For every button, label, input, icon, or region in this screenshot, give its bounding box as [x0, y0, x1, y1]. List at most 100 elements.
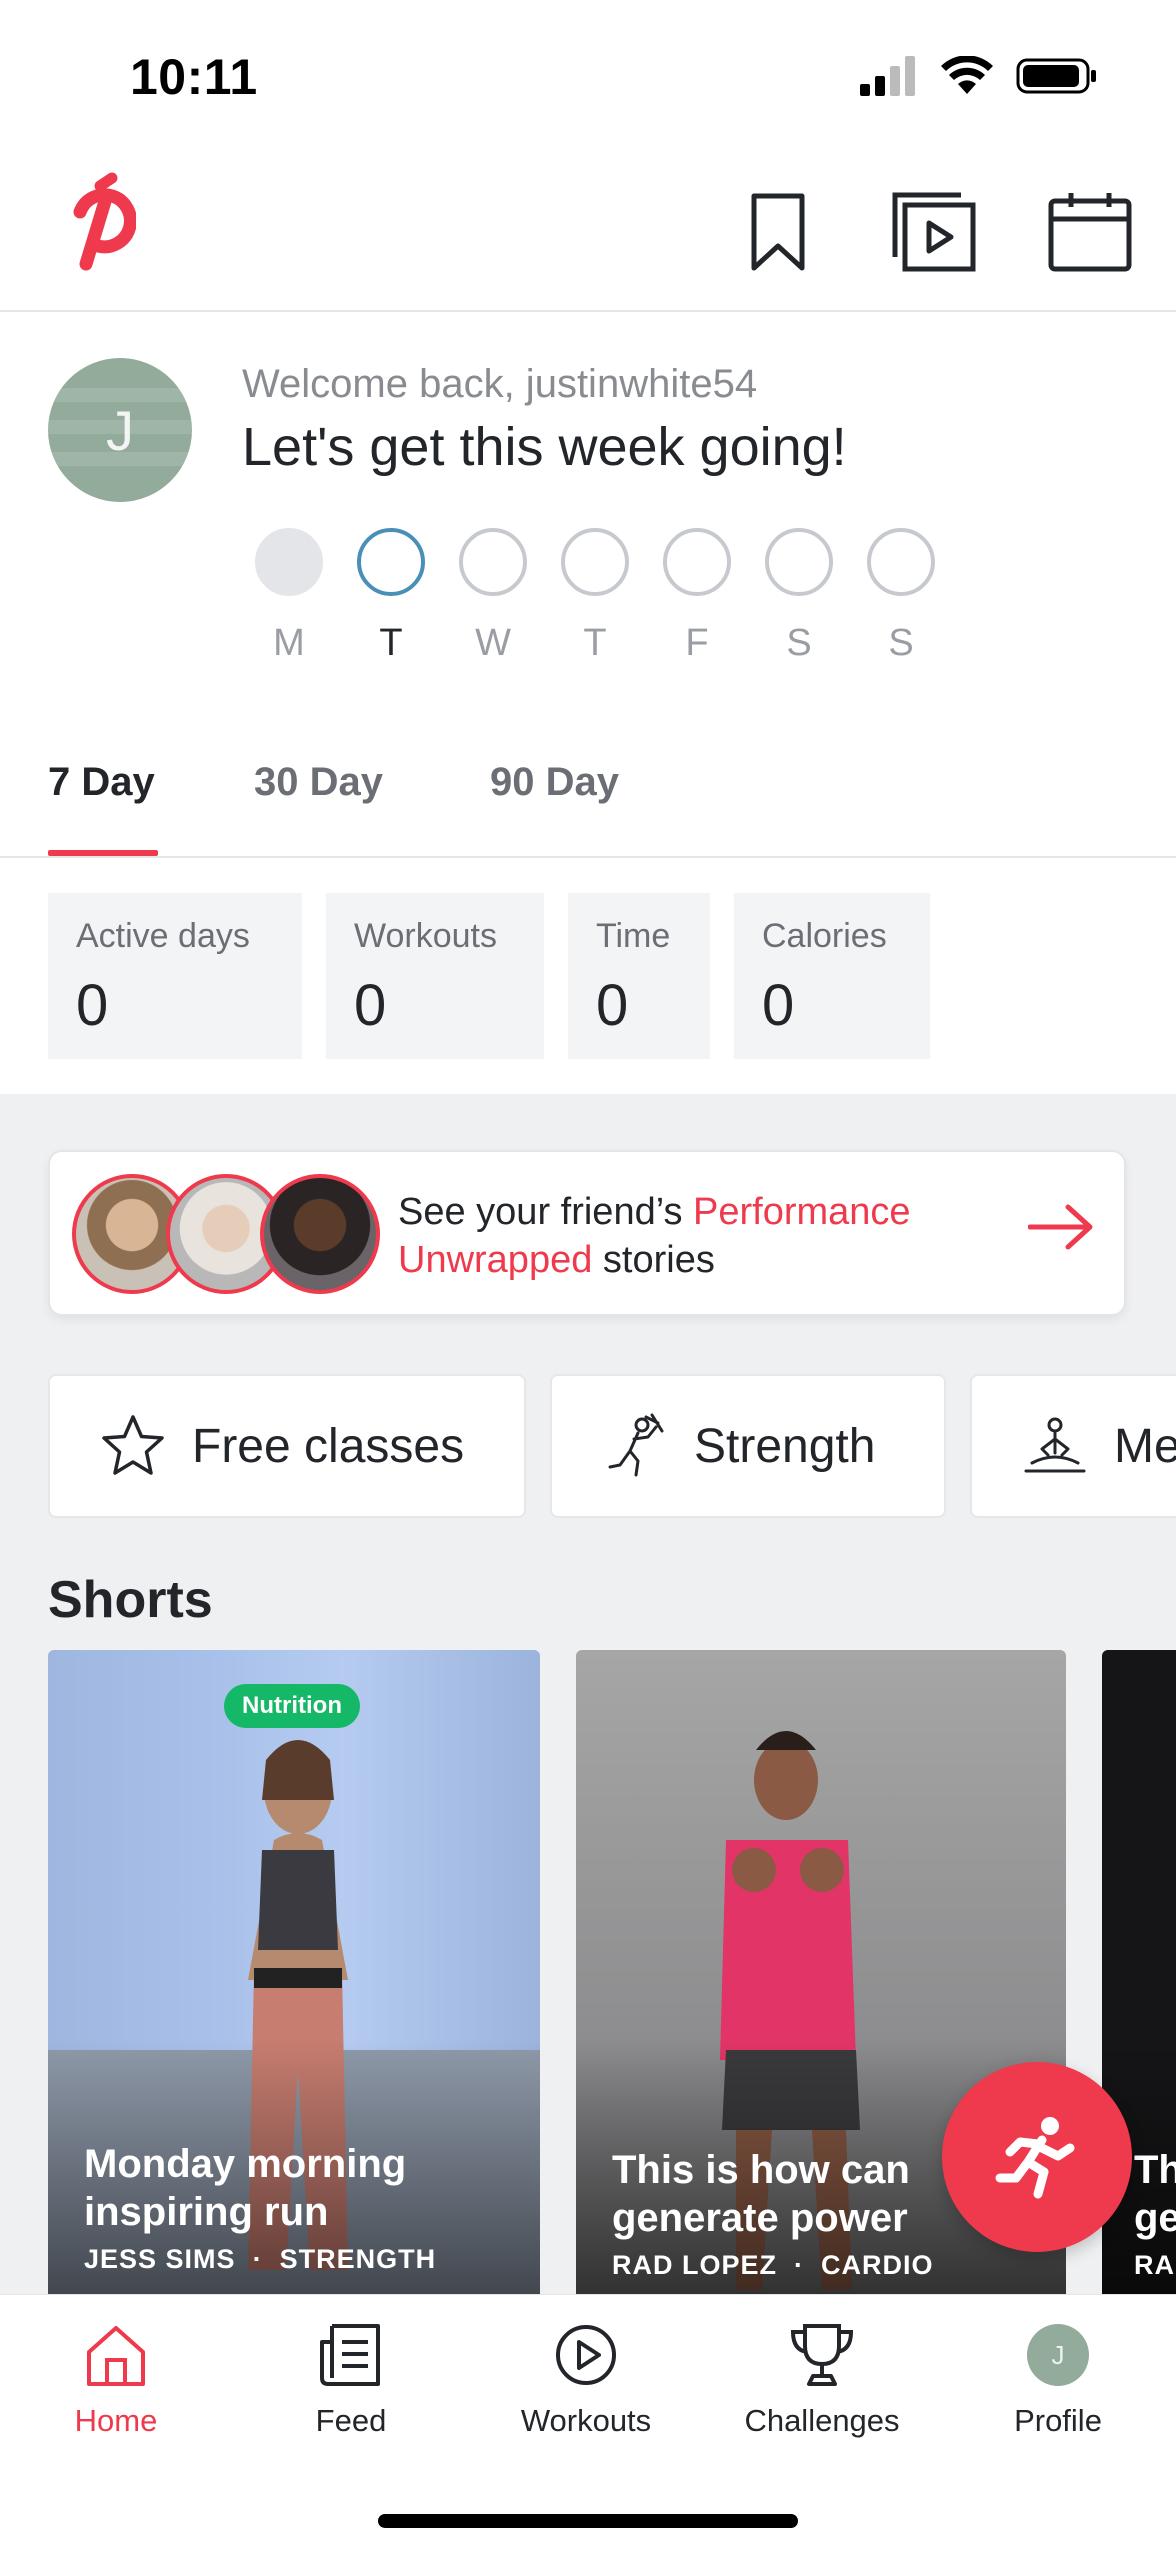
tab-30-day[interactable]: 30 Day	[254, 760, 383, 805]
nav-profile[interactable]: J Profile	[958, 2319, 1158, 2439]
day-label: F	[685, 622, 709, 664]
stat-value: 0	[354, 973, 387, 1038]
status-bar: 10:11	[0, 0, 1176, 150]
nav-label: Workouts	[520, 2403, 652, 2438]
day-label: S	[888, 622, 914, 664]
day-label: M	[273, 622, 305, 664]
stat-label: Active days	[76, 917, 250, 955]
nav-label: Challenges	[744, 2403, 900, 2438]
nutrition-badge: Nutrition	[224, 1684, 360, 1728]
arrow-right-icon	[1027, 1202, 1094, 1257]
wifi-icon	[941, 56, 993, 94]
promo-text-after: stories	[592, 1239, 715, 1281]
star-icon	[100, 1413, 166, 1479]
day-wednesday: W	[442, 528, 544, 665]
profile-avatar-initial: J	[1027, 2324, 1089, 2386]
signal-icon	[860, 56, 915, 96]
short-instructor: RAD LOPEZ	[612, 2250, 778, 2280]
stat-value: 0	[596, 973, 629, 1038]
calendar-icon	[1048, 193, 1132, 272]
short-category: STRENGTH	[279, 2244, 437, 2274]
day-tuesday: T	[340, 528, 442, 665]
active-tab-underline	[48, 850, 158, 856]
nav-challenges[interactable]: Challenges	[722, 2319, 922, 2439]
video-library-icon	[892, 192, 976, 272]
day-indicator	[459, 528, 527, 596]
short-meta: RAD LOPEZ · CARDIO	[612, 2250, 934, 2280]
day-indicator	[663, 528, 731, 596]
status-time: 10:11	[130, 49, 258, 105]
tab-7-day[interactable]: 7 Day	[48, 760, 155, 805]
chip-label: Me	[1114, 1419, 1176, 1473]
week-tracker: M T W T F S S	[238, 528, 952, 665]
bookmark-icon	[751, 193, 805, 271]
stat-value: 0	[76, 973, 109, 1038]
category-strength[interactable]: Strength	[550, 1374, 946, 1518]
peloton-logo[interactable]	[56, 172, 137, 287]
day-indicator	[867, 528, 935, 596]
day-thursday: T	[544, 528, 646, 665]
chip-label: Strength	[694, 1419, 876, 1473]
day-label: T	[379, 622, 403, 664]
app-header	[0, 150, 1176, 312]
home-icon	[80, 2319, 152, 2391]
day-indicator	[357, 528, 425, 596]
day-label: T	[583, 622, 607, 664]
battery-icon	[1016, 58, 1096, 94]
stat-label: Calories	[762, 917, 887, 955]
shorts-heading: Shorts	[48, 1571, 213, 1629]
friend-avatars	[72, 1174, 382, 1294]
nav-feed[interactable]: Feed	[251, 2319, 451, 2439]
trophy-icon	[786, 2319, 858, 2391]
calendar-button[interactable]	[1040, 182, 1140, 282]
stat-active-days: Active days 0	[48, 893, 302, 1059]
status-icons	[860, 56, 1098, 96]
promo-text-before: See your friend’s	[398, 1191, 694, 1233]
start-workout-fab[interactable]	[942, 2062, 1132, 2252]
short-title: Th ge	[1134, 2148, 1176, 2240]
day-friday: F	[646, 528, 748, 665]
short-instructor: RAD	[1134, 2250, 1176, 2280]
tab-90-day[interactable]: 90 Day	[490, 760, 619, 805]
short-card-1[interactable]: Nutrition Monday morning inspiring run J…	[48, 1650, 540, 2300]
category-free-classes[interactable]: Free classes	[48, 1374, 526, 1518]
short-meta: JESS SIMS · STRENGTH	[84, 2244, 437, 2274]
welcome-title: Let's get this week going!	[242, 417, 847, 477]
category-meditation[interactable]: Me	[970, 1374, 1176, 1518]
day-label: S	[786, 622, 812, 664]
stat-value: 0	[762, 973, 795, 1038]
stat-label: Time	[596, 917, 671, 955]
short-category: CARDIO	[821, 2250, 934, 2280]
short-title: Monday morning inspiring run	[84, 2142, 407, 2234]
day-indicator	[765, 528, 833, 596]
feed-icon	[315, 2319, 387, 2391]
home-indicator	[378, 2514, 798, 2528]
bookmark-button[interactable]	[728, 182, 828, 282]
play-circle-icon	[550, 2319, 622, 2391]
user-avatar[interactable]: J	[48, 358, 192, 502]
nav-workouts[interactable]: Workouts	[486, 2319, 686, 2439]
nav-label: Home	[74, 2403, 158, 2438]
stat-time: Time 0	[568, 893, 710, 1059]
day-sunday: S	[850, 528, 952, 665]
performance-unwrapped-banner[interactable]: See your friend’s Performance Unwrapped …	[48, 1150, 1126, 1316]
day-saturday: S	[748, 528, 850, 665]
stat-workouts: Workouts 0	[326, 893, 544, 1059]
welcome-subtitle: Welcome back, justinwhite54	[242, 362, 758, 406]
nav-home[interactable]: Home	[16, 2319, 216, 2439]
strength-icon	[602, 1413, 668, 1479]
nav-label: Feed	[315, 2403, 387, 2438]
range-tabs: 7 Day 30 Day 90 Day	[0, 742, 1176, 858]
video-library-button[interactable]	[884, 182, 984, 282]
profile-avatar: J	[1022, 2319, 1094, 2391]
meditation-icon	[1022, 1413, 1088, 1479]
day-label: W	[475, 622, 511, 664]
day-monday: M	[238, 528, 340, 665]
chip-label: Free classes	[192, 1419, 465, 1473]
short-instructor: JESS SIMS	[84, 2244, 236, 2274]
stat-label: Workouts	[354, 917, 497, 955]
day-indicator	[561, 528, 629, 596]
avatar-initial: J	[106, 398, 134, 462]
promo-text: See your friend’s Performance Unwrapped …	[398, 1188, 978, 1284]
running-person-icon	[995, 2117, 1075, 2199]
